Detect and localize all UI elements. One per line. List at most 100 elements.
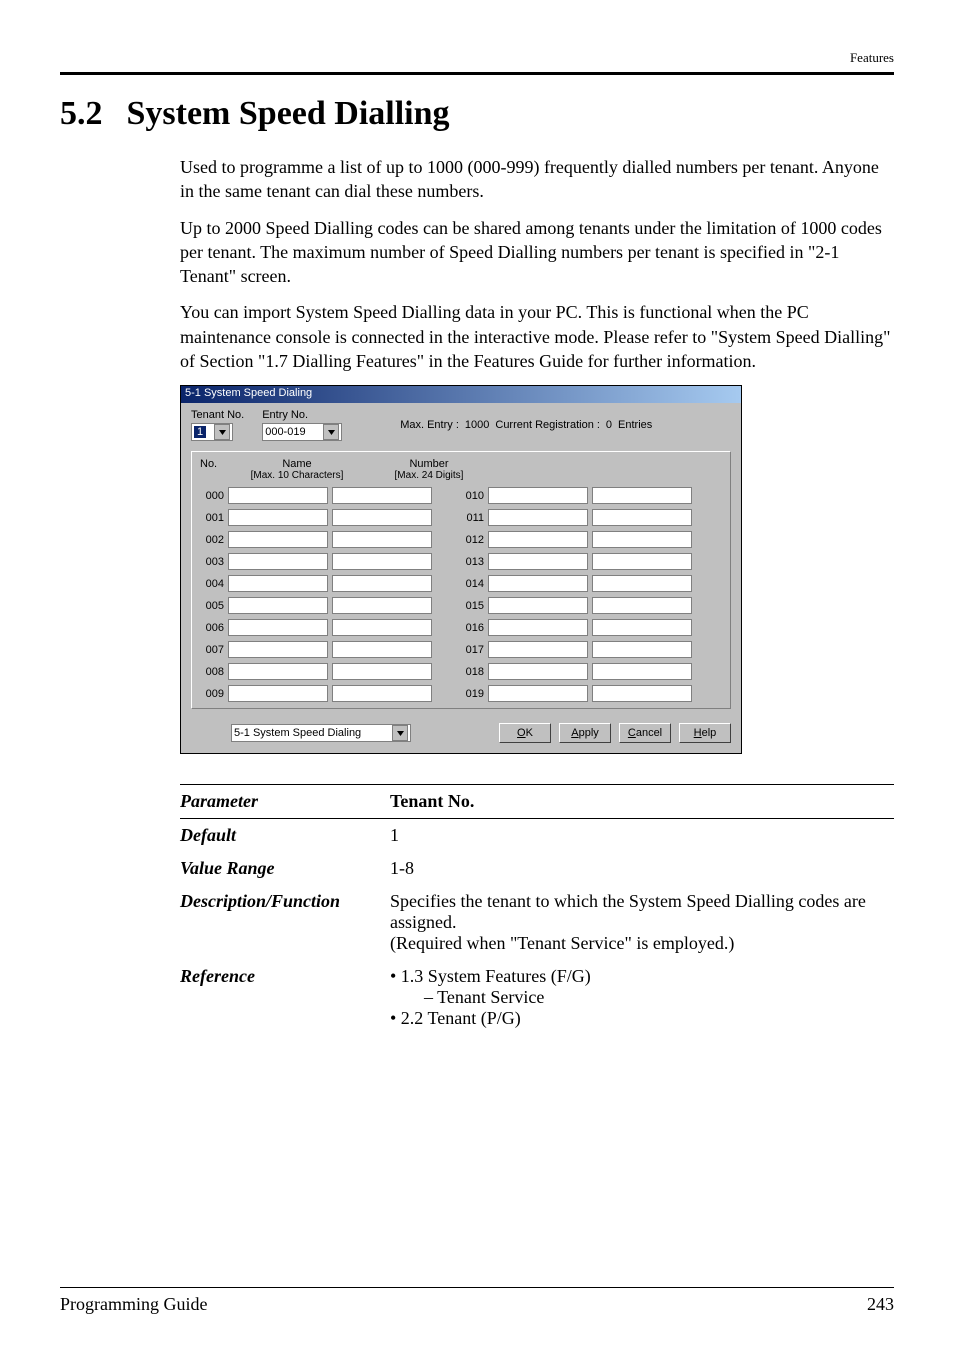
tenant-no-select[interactable]: 1: [191, 423, 233, 441]
entry-name-field[interactable]: [488, 487, 588, 504]
entry-name-field[interactable]: [228, 531, 328, 548]
param-range-label: Value Range: [180, 858, 390, 879]
entry-row-id: 011: [460, 512, 484, 524]
entry-number-field[interactable]: [592, 575, 692, 592]
entry-name-field[interactable]: [488, 553, 588, 570]
entry-row-id: 019: [460, 688, 484, 700]
entry-number-field[interactable]: [332, 597, 432, 614]
entry-row: 019: [460, 685, 692, 702]
screen-select[interactable]: 5-1 System Speed Dialing: [231, 724, 411, 742]
entry-row-id: 002: [200, 534, 224, 546]
max-entry-value: 1000: [465, 419, 489, 431]
entry-number-field[interactable]: [332, 509, 432, 526]
cancel-button[interactable]: Cancel: [619, 723, 671, 743]
cancel-rest: ancel: [636, 727, 662, 739]
entry-name-field[interactable]: [488, 575, 588, 592]
entry-number-field[interactable]: [592, 487, 692, 504]
current-reg-value: 0: [606, 419, 612, 431]
current-reg-label: Current Registration :: [495, 419, 600, 431]
entry-row: 013: [460, 553, 692, 570]
column-name-sub: [Max. 10 Characters]: [236, 470, 358, 481]
entry-number-field[interactable]: [332, 487, 432, 504]
entry-row: 002: [200, 531, 432, 548]
entry-row: 015: [460, 597, 692, 614]
ok-mnemonic: O: [517, 727, 526, 739]
entry-row-id: 007: [200, 644, 224, 656]
body-paragraph-2: Up to 2000 Speed Dialling codes can be s…: [60, 216, 894, 289]
param-range-value: 1-8: [390, 858, 894, 879]
cancel-mnemonic: C: [628, 727, 636, 739]
top-divider: [60, 72, 894, 75]
entry-number-field[interactable]: [332, 663, 432, 680]
entry-row-id: 014: [460, 578, 484, 590]
entry-row-id: 018: [460, 666, 484, 678]
entry-name-field[interactable]: [228, 509, 328, 526]
entry-row: 018: [460, 663, 692, 680]
entry-number-field[interactable]: [592, 553, 692, 570]
apply-button[interactable]: Apply: [559, 723, 611, 743]
entry-row: 007: [200, 641, 432, 658]
entry-name-field[interactable]: [488, 509, 588, 526]
speed-dialing-dialog: 5-1 System Speed Dialing Tenant No. 1 En…: [180, 385, 742, 754]
ok-rest: K: [526, 727, 533, 739]
entry-row: 011: [460, 509, 692, 526]
entry-name-field[interactable]: [228, 685, 328, 702]
tenant-no-value: 1: [194, 426, 206, 438]
help-button[interactable]: Help: [679, 723, 731, 743]
ok-button[interactable]: OK: [499, 723, 551, 743]
entry-row-id: 010: [460, 490, 484, 502]
entry-row-id: 015: [460, 600, 484, 612]
entry-number-field[interactable]: [592, 663, 692, 680]
param-ref-value-1a: – Tenant Service: [390, 987, 894, 1008]
entry-name-field[interactable]: [228, 663, 328, 680]
entry-number-field[interactable]: [592, 641, 692, 658]
entry-row: 012: [460, 531, 692, 548]
entry-row-id: 006: [200, 622, 224, 634]
chevron-down-icon: [323, 424, 339, 440]
entry-no-select[interactable]: 000-019: [262, 423, 342, 441]
entry-name-field[interactable]: [228, 487, 328, 504]
entry-number-field[interactable]: [332, 575, 432, 592]
param-desc-value-2: (Required when "Tenant Service" is emplo…: [390, 933, 894, 954]
entry-row-id: 013: [460, 556, 484, 568]
entry-name-field[interactable]: [488, 531, 588, 548]
entry-no-value: 000-019: [265, 426, 305, 438]
section-top-label: Features: [60, 50, 894, 66]
entry-row: 008: [200, 663, 432, 680]
entry-row: 016: [460, 619, 692, 636]
entry-row: 005: [200, 597, 432, 614]
chevron-down-icon: [392, 725, 408, 741]
entry-row: 006: [200, 619, 432, 636]
entry-name-field[interactable]: [488, 597, 588, 614]
entry-name-field[interactable]: [228, 553, 328, 570]
entry-number-field[interactable]: [592, 531, 692, 548]
entry-name-field[interactable]: [228, 641, 328, 658]
entry-number-field[interactable]: [592, 509, 692, 526]
entry-number-field[interactable]: [592, 619, 692, 636]
entry-name-field[interactable]: [228, 575, 328, 592]
param-desc-label: Description/Function: [180, 891, 390, 954]
entry-row: 009: [200, 685, 432, 702]
entry-row-id: 009: [200, 688, 224, 700]
apply-mnemonic: A: [571, 727, 578, 739]
entry-name-field[interactable]: [228, 619, 328, 636]
param-default-label: Default: [180, 825, 390, 846]
entry-number-field[interactable]: [332, 685, 432, 702]
help-rest: elp: [702, 727, 717, 739]
entry-number-field[interactable]: [592, 685, 692, 702]
entry-name-field[interactable]: [488, 685, 588, 702]
entry-number-field[interactable]: [332, 531, 432, 548]
entry-row-id: 016: [460, 622, 484, 634]
entry-number-field[interactable]: [332, 553, 432, 570]
entry-number-field[interactable]: [592, 597, 692, 614]
entry-name-field[interactable]: [488, 641, 588, 658]
entry-name-field[interactable]: [228, 597, 328, 614]
entry-row: 010: [460, 487, 692, 504]
entry-name-field[interactable]: [488, 663, 588, 680]
entry-row-id: 003: [200, 556, 224, 568]
entries-panel: No. Name [Max. 10 Characters] Number [Ma…: [191, 451, 731, 709]
body-paragraph-3: You can import System Speed Dialling dat…: [60, 300, 894, 373]
entry-number-field[interactable]: [332, 619, 432, 636]
entry-name-field[interactable]: [488, 619, 588, 636]
entry-number-field[interactable]: [332, 641, 432, 658]
